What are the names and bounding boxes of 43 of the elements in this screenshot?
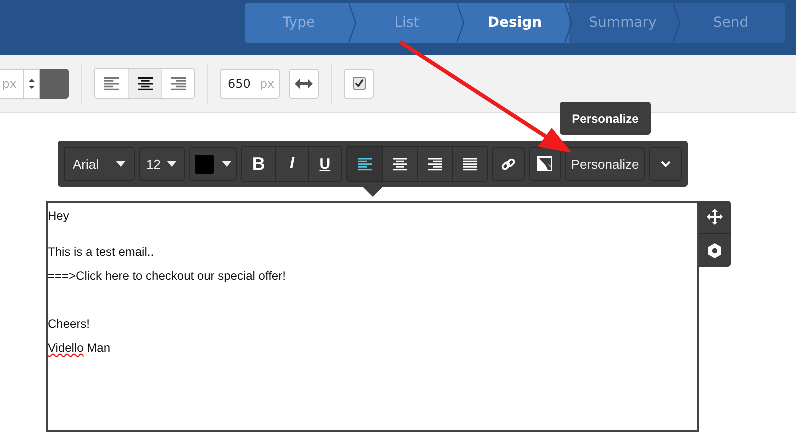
align-right-icon	[428, 158, 442, 170]
move-icon	[707, 209, 723, 225]
color-swatch[interactable]	[40, 68, 69, 98]
email-text: Hey	[48, 208, 70, 225]
text-color-dropdown[interactable]	[188, 147, 238, 181]
align-left-button[interactable]	[95, 69, 128, 98]
image-button[interactable]	[528, 147, 562, 181]
caret-icon	[116, 161, 126, 167]
align-left-icon	[358, 158, 372, 170]
email-text: ===>Click here to checkout our special offer!	[48, 268, 287, 285]
checkbox-button[interactable]	[344, 68, 374, 98]
align-center-icon	[392, 158, 407, 170]
email-editor[interactable]: Hey This is a test email.. ===>Click here to checkout our special offer! Cheers! Vidello Man	[46, 201, 699, 432]
link-icon	[500, 156, 516, 172]
underline-button[interactable]: U	[308, 147, 342, 181]
resize-button[interactable]	[289, 68, 319, 98]
font-dropdown[interactable]: Arial	[64, 147, 135, 181]
email-text: Vidello Man	[48, 340, 112, 357]
email-text: Cheers!	[48, 316, 92, 333]
align-justify-icon	[462, 158, 477, 170]
more-button[interactable]	[649, 147, 682, 181]
move-button[interactable]	[699, 201, 731, 234]
color-swatch	[194, 154, 214, 174]
align-right-icon	[170, 76, 186, 90]
size-dropdown[interactable]: 12	[138, 147, 185, 181]
width-field[interactable]: 650 px	[220, 68, 280, 98]
link-button[interactable]	[492, 147, 525, 181]
settings-button[interactable]	[699, 234, 731, 267]
settings-icon	[707, 242, 723, 258]
email-text: This is a test email..	[48, 244, 156, 261]
caret-icon	[222, 161, 232, 167]
spinner-control[interactable]	[24, 68, 40, 98]
double-arrow-icon	[295, 78, 313, 88]
align-left-icon	[104, 76, 119, 90]
checkbox[interactable]	[352, 77, 366, 90]
caret-icon	[166, 161, 177, 167]
chevron-down-icon	[660, 161, 671, 167]
align-center-icon	[138, 76, 152, 90]
image-icon	[536, 156, 553, 172]
align-justify-button[interactable]	[452, 147, 487, 181]
personalize-button[interactable]: Personalize	[565, 147, 646, 181]
align-left-button[interactable]	[347, 147, 382, 181]
tooltip: Personalize	[560, 102, 651, 135]
